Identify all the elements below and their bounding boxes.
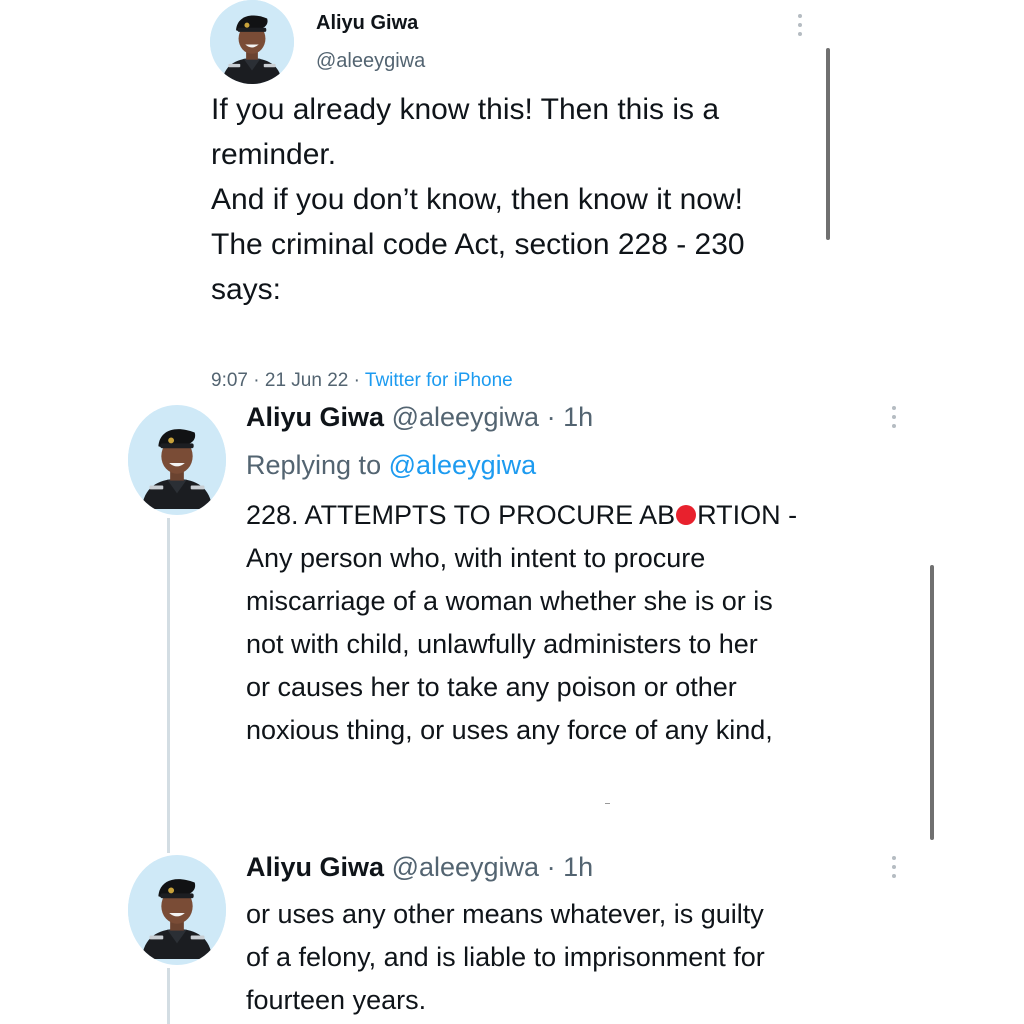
- reply-2-header: Aliyu Giwa @aleeygiwa · 1h: [246, 852, 593, 883]
- reply-2-age[interactable]: 1h: [563, 852, 593, 882]
- recording-dot-icon: [676, 505, 697, 525]
- divider-mark: [605, 803, 610, 804]
- reply-2-avatar[interactable]: [128, 855, 226, 965]
- main-tweet-date[interactable]: 21 Jun 22: [265, 370, 348, 391]
- reply-1-separator: ·: [546, 402, 556, 432]
- reply-scrollbar[interactable]: [930, 565, 934, 840]
- main-tweet-text: If you already know this! Then this is a…: [211, 87, 811, 312]
- reply-2-more-icon[interactable]: [890, 856, 898, 878]
- reply-1-more-icon[interactable]: [890, 406, 898, 428]
- main-tweet-more-icon[interactable]: [796, 14, 804, 36]
- reply-1-age[interactable]: 1h: [563, 402, 593, 432]
- thread-line: [167, 518, 170, 853]
- replying-to-handle-link[interactable]: @aleeygiwa: [389, 450, 537, 480]
- main-tweet-author-name[interactable]: Aliyu Giwa: [316, 12, 418, 35]
- main-tweet-time[interactable]: 9:07: [211, 370, 248, 391]
- replying-to-label: Replying to: [246, 450, 382, 480]
- main-tweet-source-link[interactable]: Twitter for iPhone: [365, 370, 513, 391]
- reply-2-text: or uses any other means whatever, is gui…: [246, 899, 765, 1015]
- reply-1-text-start: 228. ATTEMPTS TO PROCURE AB: [246, 500, 676, 530]
- meta-separator: ·: [353, 370, 360, 391]
- reply-1-header: Aliyu Giwa @aleeygiwa · 1h: [246, 402, 593, 433]
- main-tweet-line-2: And if you don’t know, then know it now!: [211, 183, 743, 216]
- reply-2-author-handle[interactable]: @aleeygiwa: [392, 852, 540, 882]
- main-tweet-line-3: The criminal code Act, section 228 - 230…: [211, 228, 745, 306]
- main-tweet-meta: 9:07 · 21 Jun 22 · Twitter for iPhone: [211, 370, 513, 392]
- main-tweet-line-1: If you already know this! Then this is a…: [211, 93, 720, 171]
- reply-1-author-handle[interactable]: @aleeygiwa: [392, 402, 540, 432]
- reply-1-avatar[interactable]: [128, 405, 226, 515]
- reply-1-text-rest: RTION - Any person who, with intent to p…: [246, 500, 798, 745]
- reply-1-author-name[interactable]: Aliyu Giwa: [246, 402, 384, 432]
- reply-2-separator: ·: [546, 852, 556, 882]
- meta-separator: ·: [253, 370, 260, 391]
- reply-2-author-name[interactable]: Aliyu Giwa: [246, 852, 384, 882]
- main-tweet-avatar[interactable]: [210, 0, 294, 84]
- main-tweet-scrollbar[interactable]: [826, 48, 830, 240]
- thread-line-2: [167, 968, 170, 1024]
- reply-1-replying-to: Replying to @aleeygiwa: [246, 450, 536, 481]
- main-tweet-author-handle[interactable]: @aleeygiwa: [316, 50, 425, 73]
- reply-1-text: 228. ATTEMPTS TO PROCURE AB RTION - Any p…: [246, 494, 906, 752]
